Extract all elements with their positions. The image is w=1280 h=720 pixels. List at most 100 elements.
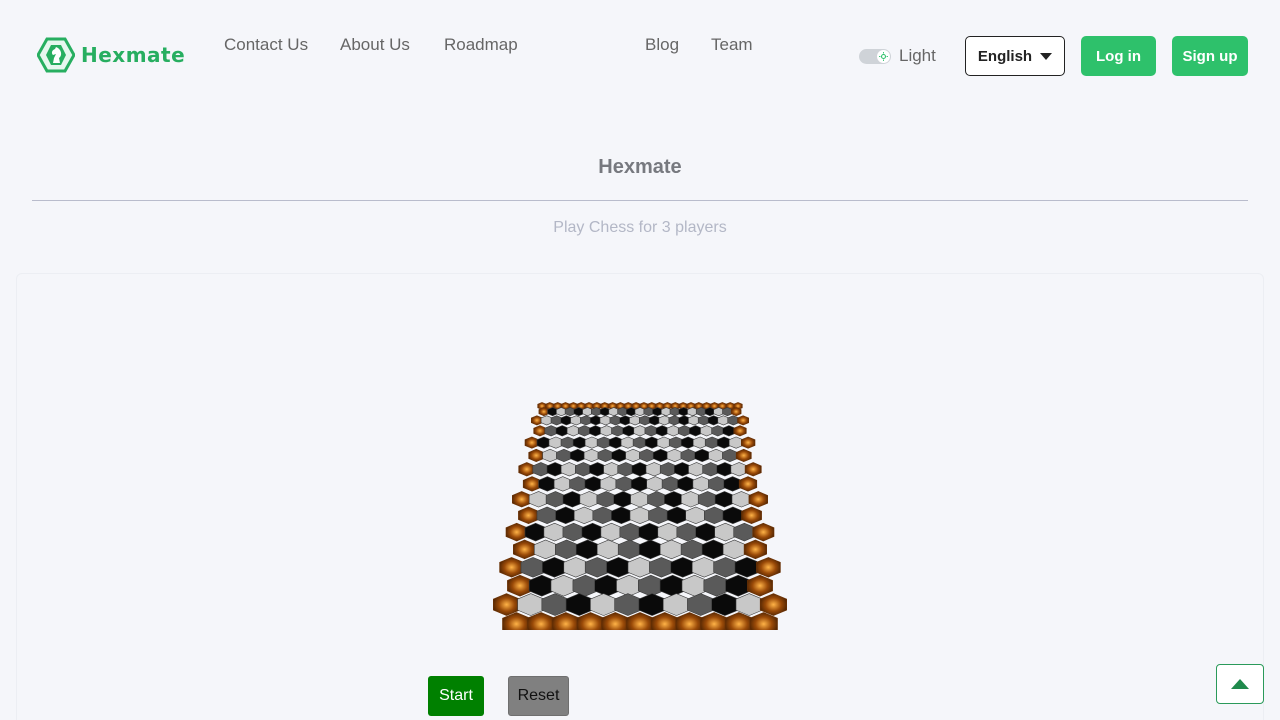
board-tile[interactable] xyxy=(677,476,696,492)
board-tile[interactable] xyxy=(596,539,621,560)
board-tile[interactable] xyxy=(520,557,546,578)
board-tile[interactable] xyxy=(647,491,667,508)
board-tile[interactable] xyxy=(694,448,711,463)
board-tile[interactable] xyxy=(656,436,672,449)
board-tile[interactable] xyxy=(708,476,727,492)
board-tile[interactable] xyxy=(627,557,653,578)
board-tile[interactable] xyxy=(538,476,557,492)
board-tile[interactable] xyxy=(572,436,588,449)
board-tile[interactable] xyxy=(577,425,591,437)
reset-button[interactable]: Reset xyxy=(508,676,569,716)
board-tile[interactable] xyxy=(550,574,577,597)
board-tile[interactable] xyxy=(670,557,696,578)
board-tile[interactable] xyxy=(611,425,625,437)
board-tile[interactable] xyxy=(615,476,634,492)
board-tile[interactable] xyxy=(717,415,730,426)
board-tile[interactable] xyxy=(630,491,650,508)
board-tile[interactable] xyxy=(591,407,602,417)
board-tile[interactable] xyxy=(713,557,738,578)
board-tile[interactable] xyxy=(655,425,669,437)
board-tile[interactable] xyxy=(659,539,684,560)
board-tile[interactable] xyxy=(677,425,691,437)
board-tile[interactable] xyxy=(579,491,599,508)
board-tile[interactable] xyxy=(708,448,724,463)
language-dropdown[interactable]: English xyxy=(965,36,1065,76)
board-tile[interactable] xyxy=(723,476,742,492)
board-tile[interactable] xyxy=(666,448,683,463)
board-tile[interactable] xyxy=(611,448,628,463)
board-tile[interactable] xyxy=(589,462,606,477)
board-tile[interactable] xyxy=(617,539,642,560)
signup-button[interactable]: Sign up xyxy=(1172,36,1248,76)
board-tile[interactable] xyxy=(546,462,564,477)
board-tile[interactable] xyxy=(540,415,553,426)
board-tile[interactable] xyxy=(713,407,724,417)
board-tile[interactable] xyxy=(733,522,756,542)
board-tile[interactable] xyxy=(625,448,641,463)
hexagonal-chess-board-3d[interactable] xyxy=(490,400,790,630)
board-tile[interactable] xyxy=(692,436,708,449)
login-button[interactable]: Log in xyxy=(1081,36,1156,76)
board-tile[interactable] xyxy=(575,462,592,477)
board-tile[interactable] xyxy=(722,506,744,525)
theme-toggle[interactable] xyxy=(859,49,891,64)
board-tile[interactable] xyxy=(562,522,585,542)
scroll-to-top-button[interactable] xyxy=(1216,664,1264,704)
board-tile[interactable] xyxy=(541,593,569,616)
board-tile[interactable] xyxy=(528,574,555,597)
board-tile[interactable] xyxy=(659,462,677,477)
board-tile[interactable] xyxy=(611,506,632,525)
board-tile[interactable] xyxy=(695,522,718,542)
board-tile[interactable] xyxy=(700,425,714,437)
board-tile[interactable] xyxy=(658,415,671,426)
board-tile[interactable] xyxy=(572,574,599,597)
board-tile[interactable] xyxy=(639,448,655,463)
board-tile[interactable] xyxy=(711,425,725,437)
board-tile[interactable] xyxy=(680,436,696,449)
board-tile[interactable] xyxy=(600,425,614,437)
board-tile[interactable] xyxy=(703,574,730,597)
logo[interactable]: Hexmate xyxy=(37,37,185,73)
start-button[interactable]: Start xyxy=(428,676,484,716)
board-tile[interactable] xyxy=(638,593,666,616)
board-tile[interactable] xyxy=(701,539,725,560)
board-tile[interactable] xyxy=(600,476,619,492)
board-tile[interactable] xyxy=(711,593,739,616)
board-tile[interactable] xyxy=(555,539,579,560)
board-tile[interactable] xyxy=(524,522,547,542)
board-tile[interactable] xyxy=(573,506,595,525)
board-tile[interactable] xyxy=(630,476,650,492)
board-tile[interactable] xyxy=(666,425,680,437)
board-tile[interactable] xyxy=(666,506,688,525)
board-tile[interactable] xyxy=(680,448,697,463)
board-tile[interactable] xyxy=(681,574,708,597)
board-tile[interactable] xyxy=(704,506,725,525)
board-tile[interactable] xyxy=(600,522,623,542)
board-tile[interactable] xyxy=(544,425,558,437)
board-tile[interactable] xyxy=(657,522,680,542)
board-tile[interactable] xyxy=(680,539,705,560)
board-tile[interactable] xyxy=(688,462,705,477)
board-tile[interactable] xyxy=(547,407,558,417)
nav-link-blog[interactable]: Blog xyxy=(645,35,679,55)
board-tile[interactable] xyxy=(581,522,604,542)
board-tile[interactable] xyxy=(594,574,621,597)
board-tile[interactable] xyxy=(652,407,663,417)
board-tile[interactable] xyxy=(566,425,580,437)
board-tile[interactable] xyxy=(714,522,737,542)
board-tile[interactable] xyxy=(714,491,735,508)
board-tile[interactable] xyxy=(545,491,566,508)
board-tile[interactable] xyxy=(614,593,642,616)
board-tile[interactable] xyxy=(687,593,715,616)
board-tile[interactable] xyxy=(685,506,707,525)
board-tile[interactable] xyxy=(556,448,572,463)
board-tile[interactable] xyxy=(631,462,649,477)
board-tile[interactable] xyxy=(597,448,614,463)
board-tile[interactable] xyxy=(555,425,569,437)
board-tile[interactable] xyxy=(616,574,642,597)
board-tile[interactable] xyxy=(613,491,633,508)
board-tile[interactable] xyxy=(652,448,669,463)
board-tile[interactable] xyxy=(542,448,558,463)
board-tile[interactable] xyxy=(681,491,701,508)
board-tile[interactable] xyxy=(629,506,651,525)
